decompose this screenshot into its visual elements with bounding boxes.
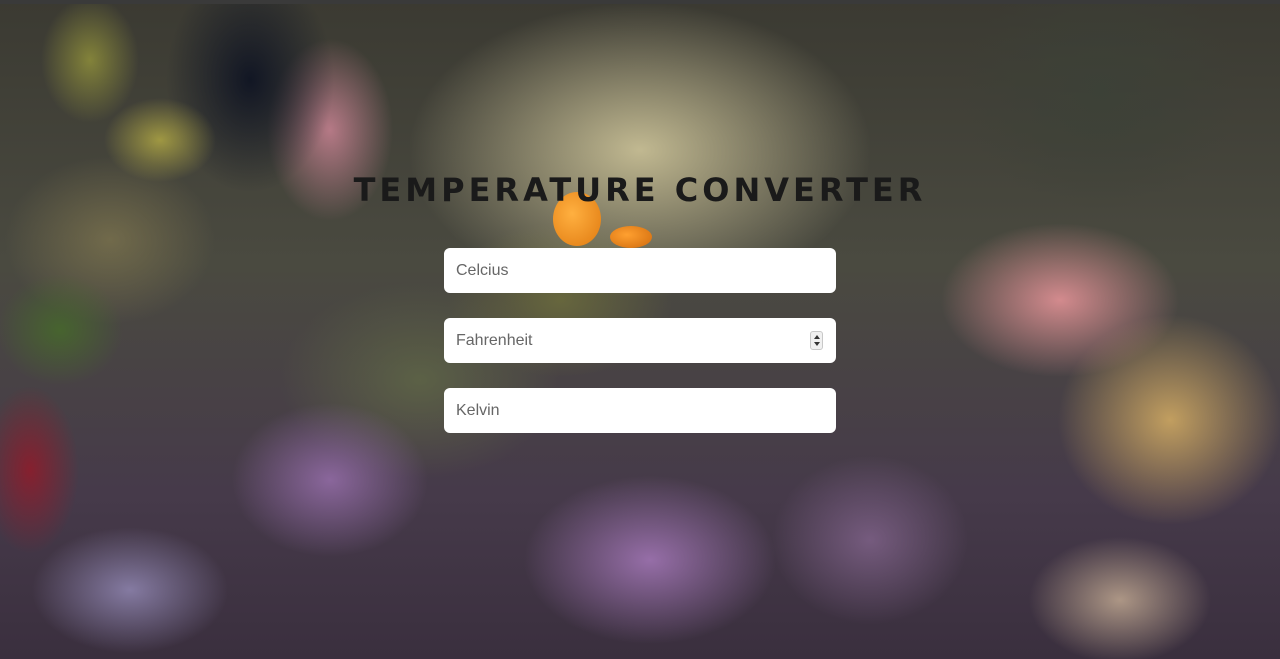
top-border <box>0 0 1280 4</box>
kelvin-input[interactable] <box>444 388 836 433</box>
clownfish-tail-image <box>610 226 652 248</box>
fahrenheit-input[interactable] <box>444 318 836 363</box>
page-title: TEMPERATURE CONVERTER <box>353 171 927 209</box>
celsius-input[interactable] <box>444 248 836 293</box>
page: TEMPERATURE CONVERTER <box>0 0 1280 659</box>
spinner-icon[interactable] <box>810 331 823 350</box>
